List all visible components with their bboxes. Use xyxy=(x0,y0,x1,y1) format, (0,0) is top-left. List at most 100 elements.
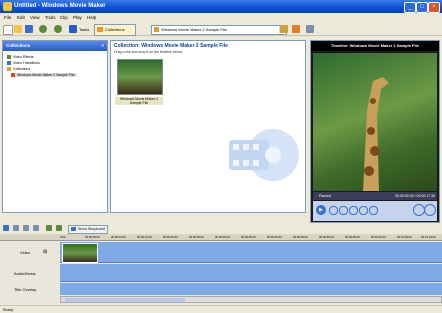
giraffe-image xyxy=(363,77,389,191)
status-bar: Ready xyxy=(0,305,442,313)
tick-label: 00:00:15.00 xyxy=(137,235,152,239)
tree-item-label: Video Effects xyxy=(13,55,34,59)
tasks-icon[interactable] xyxy=(69,25,77,33)
show-storyboard-label: Show Storyboard xyxy=(78,226,105,231)
tree-item-sample-file[interactable]: Windows Movie Maker 2 Sample File xyxy=(11,73,77,78)
tick-label: 00:00:40.00 xyxy=(267,235,282,239)
clip-thumbnail[interactable] xyxy=(117,59,163,95)
tick-label: 00:00:30.00 xyxy=(215,235,230,239)
preview-status: Paused xyxy=(319,194,331,198)
video-track[interactable] xyxy=(60,242,442,263)
menu-play[interactable]: Play xyxy=(73,15,82,20)
menu-clip[interactable]: Clip xyxy=(60,15,68,20)
tick-label: 00:01:05.00 xyxy=(397,235,412,239)
collections-pane: Collections × Video Effects Video Transi… xyxy=(2,40,108,213)
tick-label: 00:00:10.00 xyxy=(111,235,126,239)
video-clip[interactable] xyxy=(62,243,98,263)
rewind-button[interactable] xyxy=(359,206,368,215)
content-pane-hint: Drag a clip and drop it on the timeline … xyxy=(114,50,183,54)
tree-item-collections[interactable]: Collections xyxy=(7,67,31,72)
collections-icon xyxy=(97,27,103,32)
timeline-tracks: Video ⊞ Audio/Music Title Overlay xyxy=(0,242,442,304)
tree-item-video-effects[interactable]: Video Effects xyxy=(7,55,34,60)
preview-header: Timeline: Windows Movie Maker 2 Sample F… xyxy=(311,41,439,51)
close-button[interactable]: × xyxy=(428,2,440,13)
window-title: Untitled - Windows Movie Maker xyxy=(14,3,106,9)
menu-help[interactable]: Help xyxy=(87,15,96,20)
next-frame-button[interactable] xyxy=(349,206,358,215)
close-pane-icon[interactable]: × xyxy=(101,41,104,51)
app-icon xyxy=(3,2,12,11)
effects-icon xyxy=(7,55,11,60)
playback-controls: ▶ xyxy=(313,201,437,221)
preview-status-bar: Paused 00:00:00.00 / 00:00:17.36 xyxy=(313,192,437,200)
menu-file[interactable]: File xyxy=(4,15,11,20)
status-text: Ready xyxy=(3,308,14,312)
new-folder-icon[interactable] xyxy=(292,25,300,33)
tick-label: 0:00 xyxy=(60,235,66,239)
content-pane: Collection: Windows Movie Maker 2 Sample… xyxy=(110,40,306,213)
audio-music-track[interactable] xyxy=(60,264,442,282)
preview-monitor: Timeline: Windows Movie Maker 2 Sample F… xyxy=(310,40,440,223)
collection-select[interactable]: Windows Movie Maker 2 Sample File ▼ xyxy=(151,25,287,35)
menu-tools[interactable]: Tools xyxy=(45,15,56,20)
track-label-title-overlay: Title Overlay xyxy=(14,287,37,292)
views-icon[interactable] xyxy=(306,25,314,33)
film-reel-watermark-icon xyxy=(229,129,299,181)
preview-video xyxy=(313,53,437,191)
timeline-ruler[interactable]: 0:00 00:00:05.00 00:00:10.00 00:00:15.00… xyxy=(0,234,442,241)
toolbar: Tasks Collections Windows Movie Maker 2 … xyxy=(0,22,442,36)
tick-label: 00:00:50.00 xyxy=(319,235,334,239)
tick-label: 00:00:45.00 xyxy=(293,235,308,239)
tick-label: 00:01:00.00 xyxy=(371,235,386,239)
tick-label: 00:00:25.00 xyxy=(189,235,204,239)
timeline-scrollbar[interactable] xyxy=(60,296,442,303)
collections-button[interactable]: Collections xyxy=(94,24,136,36)
minimize-button[interactable]: _ xyxy=(404,2,416,13)
fast-forward-button[interactable] xyxy=(369,206,378,215)
collections-pane-title: Collections xyxy=(6,43,31,48)
new-project-icon[interactable] xyxy=(3,25,13,35)
tick-label: 00:00:20.00 xyxy=(163,235,178,239)
tick-label: 00:00:55.00 xyxy=(345,235,360,239)
storyboard-icon xyxy=(71,226,76,231)
scrollbar-thumb[interactable] xyxy=(65,298,185,302)
folder-icon xyxy=(11,73,15,78)
menu-view[interactable]: View xyxy=(30,15,40,20)
take-picture-button[interactable] xyxy=(424,204,436,216)
play-timeline-icon[interactable] xyxy=(56,225,62,231)
expand-video-track-icon[interactable]: ⊞ xyxy=(43,249,47,255)
tick-label: 00:00:05.00 xyxy=(85,235,100,239)
show-storyboard-button[interactable]: Show Storyboard xyxy=(68,225,108,234)
redo-icon[interactable] xyxy=(54,25,62,33)
tick-label: 00:00:35.00 xyxy=(241,235,256,239)
stop-button[interactable] xyxy=(329,206,338,215)
zoom-out-icon[interactable] xyxy=(33,225,39,231)
tree-item-label: Collections xyxy=(13,67,31,71)
save-project-icon[interactable] xyxy=(25,25,33,33)
title-bar: Untitled - Windows Movie Maker _ □ × xyxy=(0,0,442,13)
timeline-settings-icon[interactable] xyxy=(3,225,9,231)
play-button[interactable]: ▶ xyxy=(316,205,326,215)
folder-icon xyxy=(7,67,11,72)
menu-bar: File Edit View Tools Clip Play Help xyxy=(0,13,442,22)
title-overlay-track[interactable] xyxy=(60,283,442,295)
narrate-icon[interactable] xyxy=(13,225,19,231)
open-project-icon[interactable] xyxy=(14,25,22,33)
track-label-audio-music: Audio/Music xyxy=(14,271,36,276)
up-folder-icon[interactable] xyxy=(280,25,288,33)
previous-frame-button[interactable] xyxy=(339,206,348,215)
zoom-in-icon[interactable] xyxy=(23,225,29,231)
track-label-video: Video xyxy=(20,250,31,255)
menu-edit[interactable]: Edit xyxy=(17,15,25,20)
tree-item-video-transitions[interactable]: Video Transitions xyxy=(7,61,40,66)
collections-button-label: Collections xyxy=(105,27,125,32)
rewind-timeline-icon[interactable] xyxy=(46,225,52,231)
undo-icon[interactable] xyxy=(39,25,47,33)
folder-icon xyxy=(154,27,159,32)
content-pane-title: Collection: Windows Movie Maker 2 Sample… xyxy=(114,43,228,49)
maximize-button[interactable]: □ xyxy=(416,2,428,13)
collections-pane-header: Collections × xyxy=(3,41,107,51)
preview-time: 00:00:00.00 / 00:00:17.36 xyxy=(395,194,435,198)
tasks-button-label[interactable]: Tasks xyxy=(79,27,89,32)
